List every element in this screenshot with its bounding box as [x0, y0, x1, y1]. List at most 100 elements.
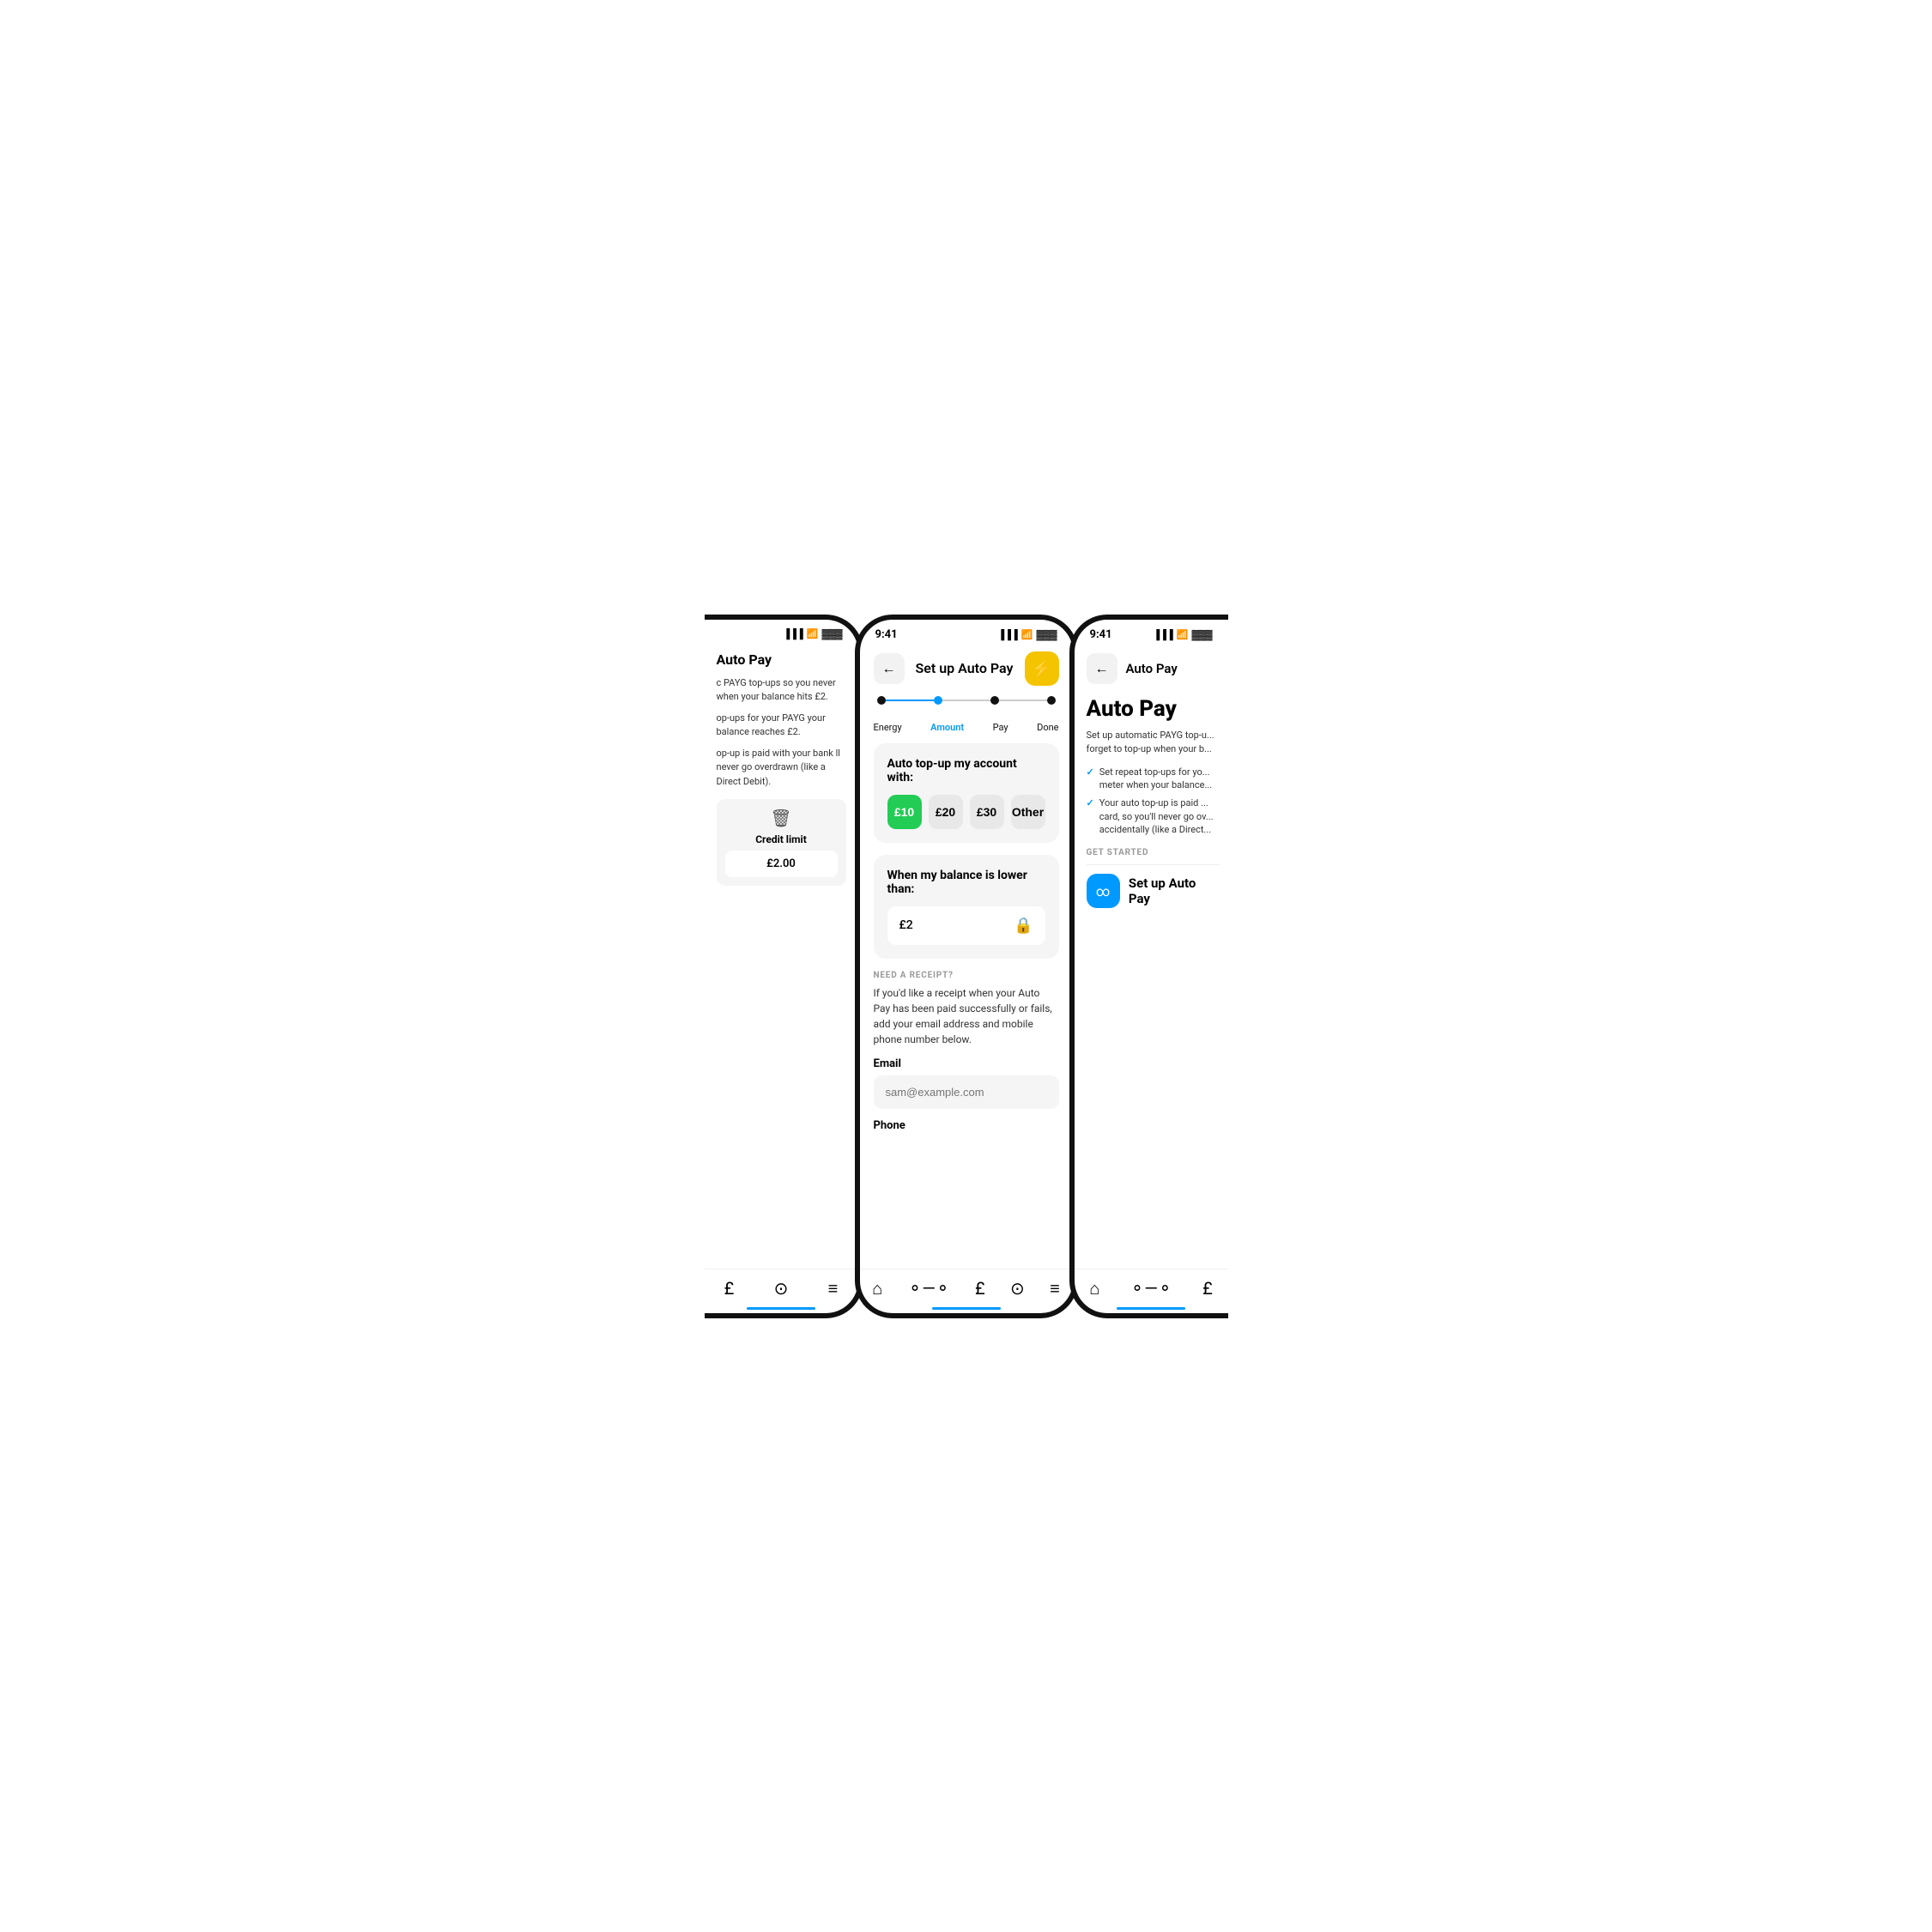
phone-label: Phone [874, 1119, 1059, 1132]
center-nav-home[interactable]: ⌂ [872, 1278, 882, 1299]
battery-icon-r: ▓▓▓ [1191, 629, 1212, 640]
center-nav-header: ← Set up Auto Pay ⚡ [860, 645, 1073, 696]
amount-btn-other[interactable]: Other [1011, 795, 1045, 829]
balance-value: £2 [899, 918, 913, 932]
battery-icon: ▓▓▓ [821, 628, 842, 639]
amount-options: £10 £20 £30 Other [887, 795, 1045, 829]
home-icon: ⌂ [872, 1278, 882, 1299]
signal-icon-c: ▐▐▐ [997, 629, 1017, 640]
left-phone: ▐▐▐ 📶 ▓▓▓ Auto Pay c PAYG top-ups so you… [705, 615, 863, 1318]
step-line-2 [999, 700, 1047, 701]
right-bottom-nav: ⌂ ⚬—⚬ £ [1075, 1269, 1228, 1313]
right-time: 9:41 [1090, 628, 1112, 641]
back-button[interactable]: ← [874, 653, 905, 684]
center-time: 9:41 [875, 628, 898, 641]
left-nav-tab-1[interactable]: £ [724, 1278, 735, 1299]
right-home-icon: ⌂ [1089, 1278, 1099, 1299]
topup-card: Auto top-up my account with: £10 £20 £30… [874, 743, 1059, 843]
usage-icon: ⚬—⚬ [908, 1278, 950, 1299]
step-dot-2 [990, 696, 999, 705]
right-main-title: Auto Pay [1087, 696, 1220, 722]
center-status-bar: 9:41 ▐▐▐ 📶 ▓▓▓ [860, 620, 1073, 645]
check-item-1: ✓ Set repeat top-ups for yo... meter whe… [1087, 766, 1220, 792]
left-status-bar: ▐▐▐ 📶 ▓▓▓ [705, 620, 858, 643]
step-dot-1 [934, 696, 942, 705]
right-back-button[interactable]: ← [1087, 653, 1117, 684]
right-back-icon: ← [1095, 660, 1109, 677]
credit-label: Credit limit [725, 833, 838, 845]
receipt-label: NEED A RECEIPT? [874, 971, 1059, 980]
center-nav-title: Set up Auto Pay [916, 660, 1014, 676]
left-credit-section: 🗑 Credit limit £2.00 [717, 799, 846, 886]
left-status-icons: ▐▐▐ 📶 ▓▓▓ [783, 628, 842, 639]
step-line-1 [942, 700, 990, 701]
delete-icon: 🗑 [725, 808, 838, 828]
setup-btn-label: Set up Auto Pay [1129, 875, 1220, 906]
left-nav-tab-3[interactable]: ≡ [828, 1278, 839, 1299]
left-nav-tab-2[interactable]: ⊙ [774, 1278, 789, 1299]
center-nav-usage[interactable]: ⚬—⚬ [908, 1278, 950, 1299]
scene: ▐▐▐ 📶 ▓▓▓ Auto Pay c PAYG top-ups so you… [580, 580, 1353, 1353]
checkmark-1: ✓ [1087, 766, 1094, 792]
step-dot-0 [877, 696, 886, 705]
menu-icon: ≡ [828, 1278, 839, 1299]
lightning-button[interactable]: ⚡ [1025, 651, 1059, 686]
check-text-2: Your auto top-up is paid ... card, so yo… [1099, 796, 1220, 836]
balance-title: When my balance is lower than: [887, 869, 1045, 896]
menu-lines-icon: ≡ [1050, 1278, 1060, 1299]
email-input[interactable] [874, 1075, 1059, 1109]
step-label-done: Done [1037, 722, 1058, 733]
setup-auto-pay-button[interactable]: ∞ Set up Auto Pay [1087, 874, 1220, 908]
balance-card: When my balance is lower than: £2 🔒 [874, 855, 1059, 959]
step-label-pay: Pay [993, 722, 1008, 733]
stepper [860, 696, 1073, 718]
check-item-2: ✓ Your auto top-up is paid ... card, so … [1087, 796, 1220, 836]
center-phone: 9:41 ▐▐▐ 📶 ▓▓▓ ← Set up Auto Pay ⚡ [855, 615, 1078, 1318]
billing-icon: £ [975, 1278, 985, 1299]
step-line-0 [886, 700, 934, 701]
center-bottom-nav: ⌂ ⚬—⚬ £ ⊙ ≡ [860, 1269, 1073, 1313]
topup-card-title: Auto top-up my account with: [887, 757, 1045, 784]
step-labels: Energy Amount Pay Done [860, 718, 1073, 743]
right-main-text: Set up automatic PAYG top-u... forget to… [1087, 729, 1220, 757]
center-nav-menu[interactable]: ≡ [1050, 1278, 1060, 1299]
center-main-content: Auto top-up my account with: £10 £20 £30… [860, 743, 1073, 1269]
signal-icon-r: ▐▐▐ [1153, 629, 1172, 640]
center-nav-billing[interactable]: £ [975, 1278, 985, 1299]
left-text-3: op-up is paid with your bank ll never go… [717, 747, 846, 790]
signal-icon: ▐▐▐ [783, 628, 802, 639]
checkmark-2: ✓ [1087, 796, 1094, 836]
left-phone-content: Auto Pay c PAYG top-ups so you never whe… [705, 643, 858, 1269]
right-nav-usage[interactable]: ⚬—⚬ [1130, 1278, 1172, 1299]
receipt-section: NEED A RECEIPT? If you'd like a receipt … [874, 971, 1059, 1132]
right-nav-home[interactable]: ⌂ [1089, 1278, 1099, 1299]
credit-value: £2.00 [725, 851, 838, 877]
receipt-text: If you'd like a receipt when your Auto P… [874, 985, 1059, 1047]
amount-btn-30[interactable]: £30 [970, 795, 1004, 829]
pound-icon: £ [724, 1278, 735, 1299]
wifi-icon: 📶 [807, 628, 819, 639]
amount-btn-20[interactable]: £20 [929, 795, 963, 829]
step-label-energy: Energy [874, 722, 902, 733]
step-label-amount: Amount [930, 722, 964, 733]
balance-row: £2 🔒 [887, 906, 1045, 945]
email-label: Email [874, 1057, 1059, 1070]
right-status-bar: 9:41 ▐▐▐ 📶 ▓▓▓ [1075, 620, 1228, 645]
get-started-label: GET STARTED [1087, 848, 1220, 857]
amount-btn-10[interactable]: £10 [887, 795, 922, 829]
center-nav-help[interactable]: ⊙ [1010, 1278, 1025, 1299]
right-phone-content: ← Auto Pay Auto Pay Set up automatic PAY… [1075, 645, 1228, 1269]
left-text-1: c PAYG top-ups so you never when your ba… [717, 676, 846, 705]
step-dot-3 [1047, 696, 1056, 705]
lock-icon: 🔒 [1014, 917, 1033, 935]
left-bottom-nav: £ ⊙ ≡ [705, 1269, 858, 1313]
right-page-title: Auto Pay [1126, 661, 1178, 676]
wifi-icon-c: 📶 [1021, 629, 1033, 640]
help-icon: ⊙ [774, 1278, 789, 1299]
center-status-icons: ▐▐▐ 📶 ▓▓▓ [997, 629, 1057, 640]
right-nav-billing[interactable]: £ [1202, 1278, 1213, 1299]
wifi-icon-r: 📶 [1177, 629, 1189, 640]
back-arrow-icon: ← [882, 660, 896, 677]
check-text-1: Set repeat top-ups for yo... meter when … [1099, 766, 1220, 792]
right-phone: 9:41 ▐▐▐ 📶 ▓▓▓ ← Auto Pay Auto Pay Set u… [1069, 615, 1228, 1318]
